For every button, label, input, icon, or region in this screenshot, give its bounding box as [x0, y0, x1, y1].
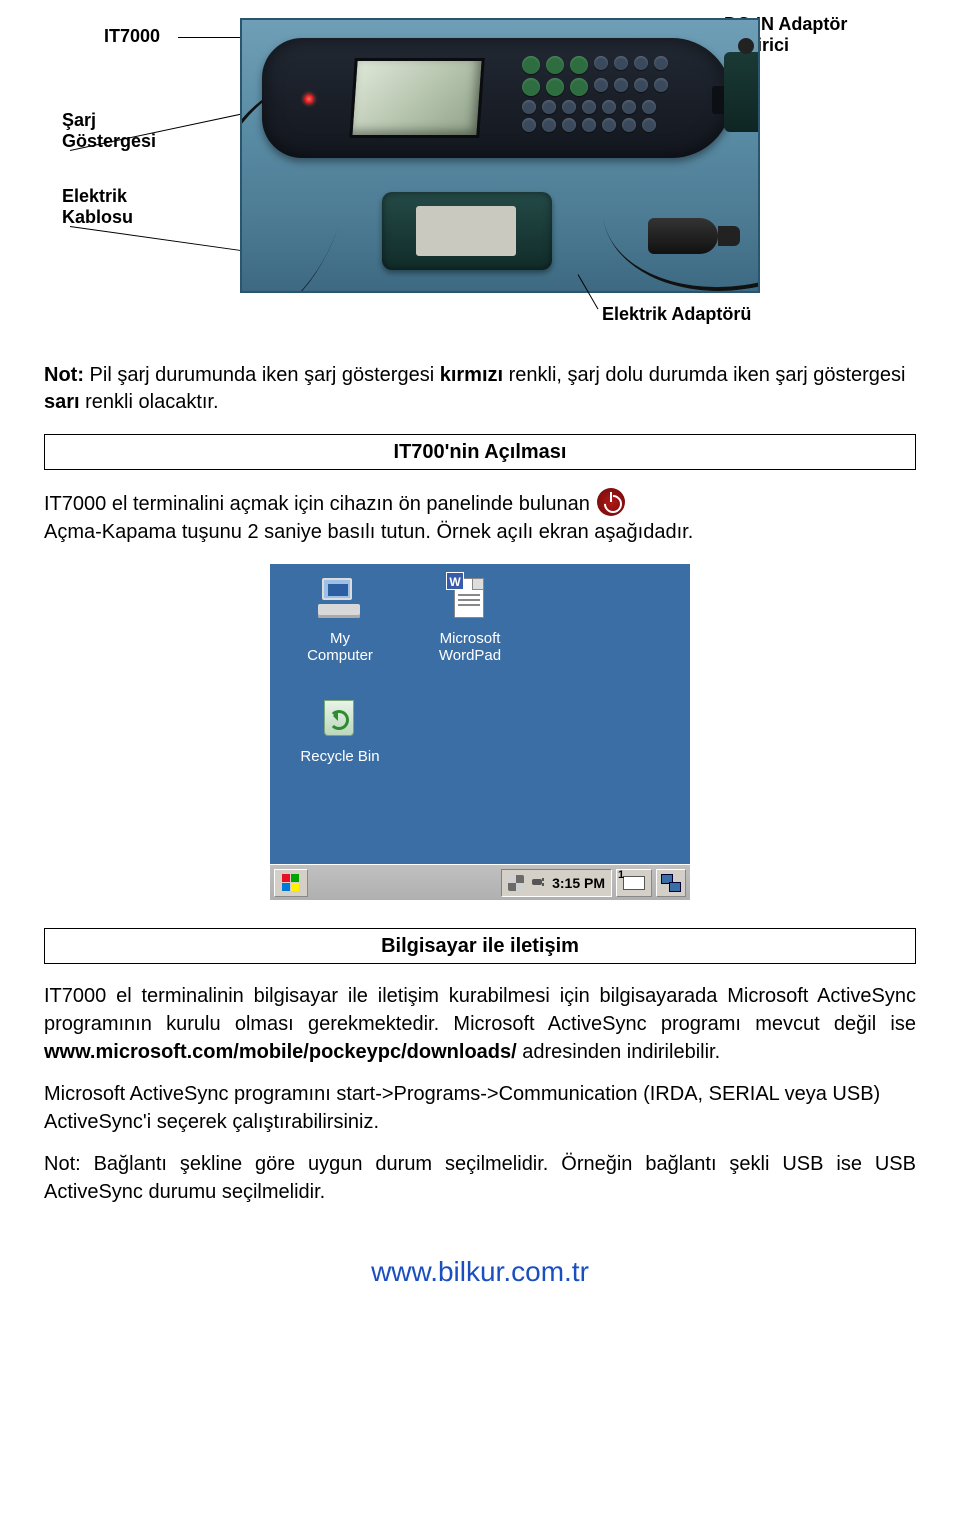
desktop-icon-my-computer[interactable]: My Computer [280, 576, 400, 664]
note-charge-colors: Not: Pil şarj durumunda iken şarj göster… [44, 362, 916, 416]
label-power-cable: Elektrik Kablosu [62, 186, 133, 227]
desktop-icon-recycle-bin[interactable]: Recycle Bin [280, 694, 400, 765]
icon-label: Recycle Bin [280, 748, 400, 765]
adapter-label-sticker [416, 206, 516, 256]
section-heading-pc-comms: Bilgisayar ile iletişim [44, 928, 916, 964]
power-adapter [382, 192, 552, 270]
note-red-word: kırmızı [440, 364, 503, 386]
activesync-download-url: www.microsoft.com/mobile/pockeypc/downlo… [44, 1041, 517, 1063]
dcin-converter [724, 52, 760, 132]
label-charge-indicator: Şarj Göstergesi [62, 110, 156, 151]
note-yellow-word: sarı [44, 391, 80, 413]
activesync-start-path: Microsoft ActiveSync programını start->P… [44, 1080, 916, 1136]
section-heading-power-on: IT700'nin Açılması [44, 434, 916, 470]
activesync-paragraph: IT7000 el terminalinin bilgisayar ile il… [44, 982, 916, 1066]
instruction-line-1: IT7000 el terminalini açmak için cihazın… [44, 493, 590, 515]
tray-clock[interactable]: 3:15 PM [552, 875, 605, 891]
note-prefix: Not: [44, 364, 84, 386]
hardware-diagram: IT7000 DC-IN Adaptör Çevirici Şarj Göste… [40, 10, 920, 350]
power-icon [597, 488, 625, 516]
wordpad-icon: W [446, 576, 494, 624]
wince-desktop: My Computer W Microsoft WordPad Recycle … [270, 564, 690, 864]
my-computer-icon [316, 576, 364, 624]
power-plug [648, 218, 718, 254]
device-photo [240, 18, 760, 293]
para-text: adresinden indirilebilir. [517, 1041, 720, 1063]
handheld-keypad [522, 56, 722, 144]
footer-url: www.bilkur.com.tr [40, 1256, 920, 1288]
icon-label: Microsoft WordPad [410, 630, 530, 664]
label-power-adapter: Elektrik Adaptörü [602, 304, 751, 325]
taskbar-network-button[interactable] [656, 869, 686, 897]
power-on-instructions: IT7000 el terminalini açmak için cihazın… [44, 488, 916, 546]
tray-connection-icon[interactable] [508, 875, 524, 891]
wince-screenshot: My Computer W Microsoft WordPad Recycle … [270, 564, 690, 900]
label-it7000: IT7000 [104, 26, 160, 47]
tray-power-icon[interactable] [530, 875, 546, 891]
desktop-icon-wordpad[interactable]: W Microsoft WordPad [410, 576, 530, 664]
instruction-line-2: Açma-Kapama tuşunu 2 saniye basılı tutun… [44, 521, 693, 543]
handheld-screen [349, 58, 485, 138]
icon-label: My Computer [280, 630, 400, 664]
taskbar-keyboard-button[interactable] [616, 869, 652, 897]
charge-led-icon [304, 94, 314, 104]
connection-note: Not: Bağlantı şekline göre uygun durum s… [44, 1150, 916, 1206]
handheld-body [262, 38, 732, 158]
start-button[interactable] [274, 869, 308, 897]
windows-flag-icon [282, 874, 300, 892]
leader-line [70, 226, 240, 251]
wince-taskbar: 3:15 PM [270, 864, 690, 900]
note-text: renkli, şarj dolu durumda iken şarj göst… [503, 364, 905, 386]
note-text: renkli olacaktır. [80, 391, 219, 413]
para-text: IT7000 el terminalinin bilgisayar ile il… [44, 985, 916, 1035]
keyboard-icon [623, 876, 645, 890]
recycle-bin-icon [316, 694, 364, 742]
note-text: Pil şarj durumunda iken şarj göstergesi [84, 364, 440, 386]
system-tray[interactable]: 3:15 PM [501, 869, 612, 897]
